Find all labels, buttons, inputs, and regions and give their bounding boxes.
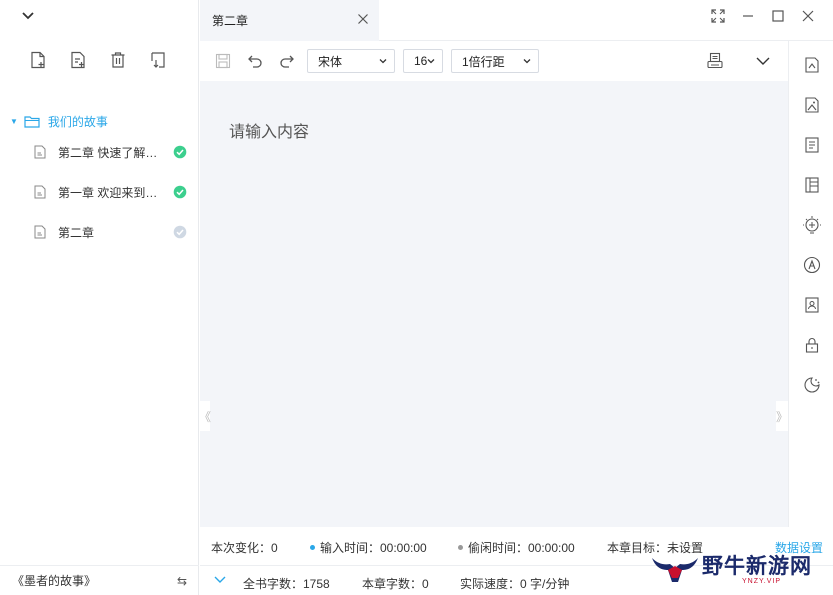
tree-root-label: 我们的故事 [47,114,108,129]
font-family-value: 宋体 [318,54,343,69]
chapter-item[interactable]: 第二章 [0,212,199,252]
table-icon[interactable] [802,175,822,195]
watermark-text: 野牛新游网 [702,555,812,578]
folder-icon [24,115,40,128]
tree-root-folder[interactable]: ▼ 我们的故事 [0,110,199,132]
close-tab-icon[interactable] [357,13,369,25]
check-done-icon [173,145,187,159]
input-dot-icon [310,545,315,551]
chapter-word-count: 本章字数：0 [362,577,429,591]
font-check-icon[interactable] [802,255,822,275]
tab-label: 第二章 [212,14,249,28]
redo-icon[interactable] [276,50,298,72]
expand-left-handle[interactable]: 《 [199,401,211,431]
check-pending-icon [173,225,187,239]
chapter-item[interactable]: 第二章 快速了解墨者写作 [0,132,199,172]
actual-speed: 实际速度：0 字/分钟 [460,577,570,591]
chevron-down-icon[interactable] [752,50,774,72]
font-family-select[interactable]: 宋体 [307,49,395,73]
bull-logo-icon [652,558,698,582]
line-spacing-select[interactable]: 1倍行距 [451,49,539,73]
swap-book-icon[interactable]: ⇆ [177,574,187,588]
theme-icon[interactable] [802,375,822,395]
caret-down-icon[interactable]: ▼ [10,117,18,126]
idle-time: 偷闲时间：00:00:00 [458,539,575,556]
sidebar: ▼ 我们的故事 第二章 快速了解墨者写作 第一章 欢迎来到墨者写作 [0,0,199,595]
chapter-item[interactable]: 第一章 欢迎来到墨者写作 [0,172,199,212]
editor-area[interactable]: 请输入内容 《 》 [199,81,788,527]
sidebar-toolbar [28,50,168,70]
line-spacing-value: 1倍行距 [462,54,505,69]
chapter-item-label: 第二章 [58,225,95,240]
watermark-logo: 野牛新游网 YNZY.VIP [650,548,830,592]
chapter-item-label: 第一章 欢迎来到墨者写作 [58,185,162,200]
document-icon [34,185,46,199]
new-file-icon[interactable] [28,50,48,70]
font-size-select[interactable]: 16 [403,49,443,73]
chevron-down-icon [378,54,388,71]
maximize-icon[interactable] [771,9,785,23]
undo-icon[interactable] [244,50,266,72]
idea-icon[interactable] [802,215,822,235]
minimize-icon[interactable] [741,9,755,23]
new-chapter-icon[interactable] [68,50,88,70]
editor-placeholder: 请输入内容 [229,124,310,141]
chevron-down-icon [426,54,436,71]
outline-icon[interactable] [802,55,822,75]
fullscreen-icon[interactable] [711,9,725,23]
change-count: 本次变化：0 [211,541,278,555]
right-tool-rail [788,41,833,527]
chapter-tree: ▼ 我们的故事 第二章 快速了解墨者写作 第一章 欢迎来到墨者写作 [0,110,199,252]
save-icon[interactable] [212,50,234,72]
tab-bar: 第二章 [200,0,833,41]
collapse-icon[interactable] [18,8,38,24]
chevron-down-icon [522,54,532,71]
idle-dot-icon [458,545,463,551]
expand-right-handle[interactable]: 》 [776,401,788,431]
window-controls [711,9,815,23]
tab-active[interactable]: 第二章 [200,0,379,41]
book-word-count: 全书字数：1758 [243,577,330,591]
book-title-footer: 《墨者的故事》 ⇆ [0,565,199,595]
chevron-down-icon[interactable] [213,574,227,586]
close-window-icon[interactable] [801,9,815,23]
document-icon [34,225,46,239]
sort-icon[interactable] [148,50,168,70]
editor-toolbar: 宋体 16 1倍行距 [200,41,788,81]
note-icon[interactable] [802,135,822,155]
character-icon[interactable] [802,295,822,315]
print-icon[interactable] [704,50,726,72]
lock-icon[interactable] [802,335,822,355]
chapter-item-label: 第二章 快速了解墨者写作 [58,145,162,160]
book-title[interactable]: 《墨者的故事》 [12,572,96,589]
trash-icon[interactable] [108,50,128,70]
document-icon [34,145,46,159]
check-done-icon [173,185,187,199]
input-time: 输入时间：00:00:00 [310,539,427,556]
image-icon[interactable] [802,95,822,115]
watermark-sub: YNZY.VIP [742,578,781,585]
